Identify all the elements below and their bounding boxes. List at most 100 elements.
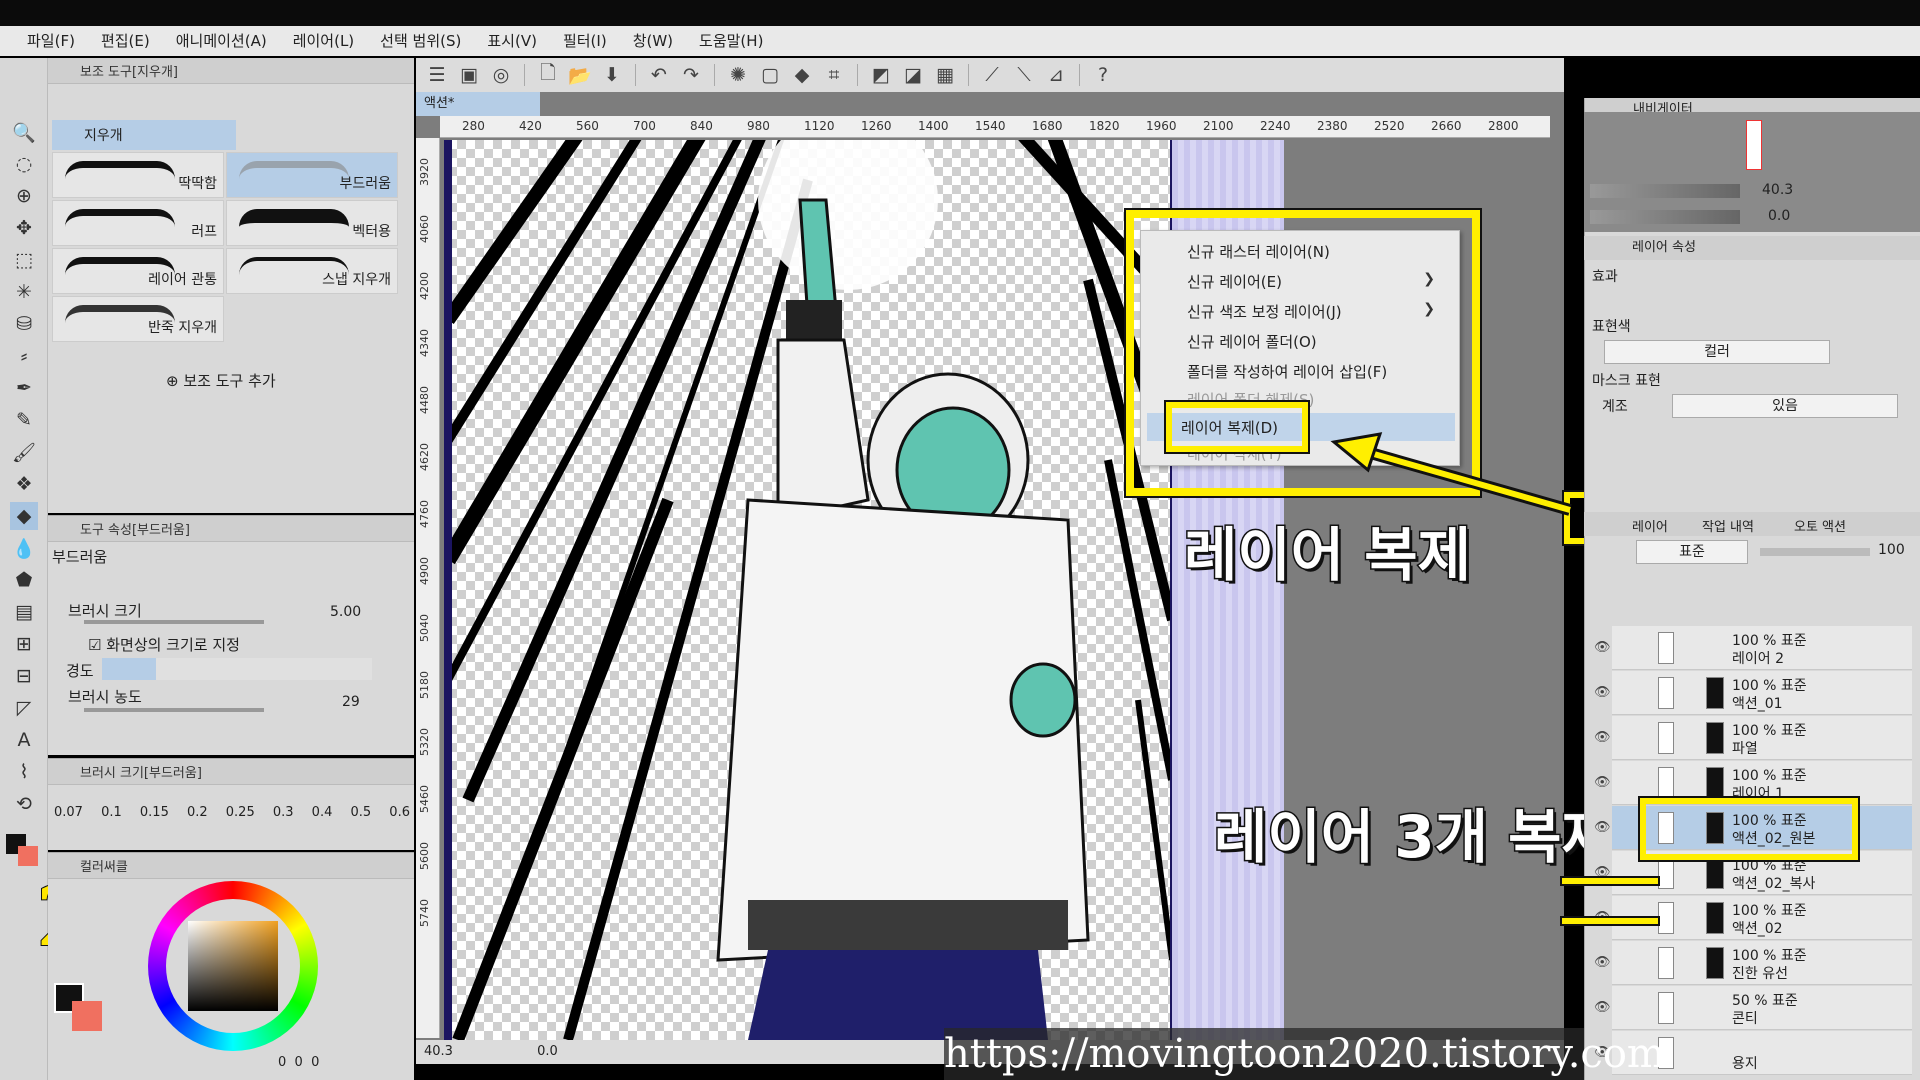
brush-size-preset[interactable]: 0.3 [273,805,294,820]
text-icon[interactable]: A [10,726,38,754]
brush-vector[interactable]: 벡터용 [226,200,398,246]
eye-icon[interactable]: 👁 [1594,1000,1611,1015]
snap-icon[interactable]: ◪ [900,62,926,88]
density-value[interactable]: 29 [342,694,360,710]
eye-icon[interactable]: 👁 [1594,820,1611,835]
brush-size-value[interactable]: 5.00 [330,604,361,620]
ruler-icon[interactable]: ◩ [868,62,894,88]
fill-icon[interactable]: ◆ [789,62,815,88]
sub-color-swatch[interactable] [72,1001,102,1031]
transform-icon[interactable]: ⌗ [821,62,847,88]
brush-rough[interactable]: 러프 [52,200,224,246]
eyedropper-icon[interactable]: ⸗ [10,342,38,370]
layer-row[interactable]: 👁 100 % 표준 진한 유선 [1594,941,1912,985]
density-slider[interactable] [84,708,264,712]
brush-soft[interactable]: 부드러움 [226,152,398,198]
sub-color-swatch[interactable] [18,846,38,866]
balloon-icon[interactable]: ⌇ [10,758,38,786]
blend-icon[interactable]: 💧 [10,534,38,562]
eraser-icon[interactable]: ◆ [10,502,38,530]
new-file-icon[interactable]: 🗋 [535,62,561,88]
rotate-slider[interactable] [1590,210,1740,224]
tone-select[interactable]: 있음 [1672,394,1898,418]
navigator-angle-value[interactable]: 0.0 [1768,208,1790,224]
figure-icon[interactable]: ⊞ [10,630,38,658]
layer-row[interactable]: 👁 100 % 표준 파열 [1594,716,1912,760]
eye-icon[interactable]: 👁 [1594,955,1611,970]
auto-select-icon[interactable]: ⛁ [10,310,38,338]
clear-icon[interactable]: ✺ [725,62,751,88]
menu-window[interactable]: 창(W) [620,26,686,56]
angle-readout[interactable]: 0.0 [537,1044,558,1059]
menu-file[interactable]: 파일(F) [14,26,88,56]
eye-icon[interactable]: 👁 [1594,640,1611,655]
subtool-group-tab[interactable]: 지우개 [52,120,236,150]
brush-kneaded[interactable]: 반죽 지우개 [52,296,224,342]
navigator-zoom-value[interactable]: 40.3 [1762,182,1793,198]
layer-row[interactable]: 👁 100 % 표준 레이어 2 [1594,626,1912,670]
brush-size-preset[interactable]: 0.5 [350,805,371,820]
ruler-tool-icon[interactable]: ◸ [10,694,38,722]
magic-wand-icon[interactable]: ✳ [10,278,38,306]
clear-outside-icon[interactable]: ▢ [757,62,783,88]
brush-size-preset[interactable]: 0.6 [389,805,410,820]
undo-icon[interactable]: ↶ [646,62,672,88]
snap-special-icon[interactable]: ⟍ [1011,62,1037,88]
spiral-icon[interactable]: ◎ [488,62,514,88]
redo-icon[interactable]: ↷ [678,62,704,88]
menu-animation[interactable]: 애니메이션(A) [163,26,280,56]
brush-size-preset[interactable]: 0.2 [187,805,208,820]
brush-size-preset[interactable]: 0.25 [226,805,255,820]
add-subtool-button[interactable]: ⊕ 보조 도구 추가 [166,370,276,391]
menu-selection[interactable]: 선택 범위(S) [367,26,474,56]
tab-history[interactable]: 작업 내역 [1702,516,1754,535]
open-folder-icon[interactable]: 📂 [567,62,593,88]
quick-access-icon[interactable]: ▣ [456,62,482,88]
airbrush-icon[interactable]: ❖ [10,470,38,498]
frame-icon[interactable]: ⊟ [10,662,38,690]
artwork-canvas[interactable] [448,140,1172,1040]
brush-hard[interactable]: 딱딱함 [52,152,224,198]
brush-layer-through[interactable]: 레이어 관통 [52,248,224,294]
hardness-selector[interactable] [102,658,372,680]
saturation-value-square[interactable] [188,921,278,1011]
pen-icon[interactable]: ✒ [10,374,38,402]
tab-layer[interactable]: 레이어 [1632,516,1668,535]
navigator-thumbnail[interactable] [1746,120,1762,170]
pencil-icon[interactable]: ✎ [10,406,38,434]
help-icon[interactable]: ? [1090,62,1116,88]
snap-grid-icon[interactable]: ⊿ [1043,62,1069,88]
menu-edit[interactable]: 편집(E) [88,26,163,56]
screen-size-checkbox[interactable]: ☑ 화면상의 크기로 지정 [88,634,240,655]
menu-view[interactable]: 표시(V) [474,26,550,56]
lasso-icon[interactable]: ◌ [10,150,38,178]
eye-icon[interactable]: 👁 [1594,730,1611,745]
brush-icon[interactable]: 🖌 [10,438,38,466]
eye-icon[interactable]: 👁 [1594,775,1611,790]
snap-ruler-icon[interactable]: ⟋ [979,62,1005,88]
blend-mode-select[interactable]: 표준 [1636,540,1748,564]
tab-auto-action[interactable]: 오토 액션 [1794,516,1846,535]
menu-filter[interactable]: 필터(I) [550,26,620,56]
fill-icon[interactable]: ⬟ [10,566,38,594]
zoom-icon[interactable]: 🔍 [10,118,38,146]
brush-size-slider[interactable] [84,620,264,624]
menu-layer[interactable]: 레이어(L) [280,26,367,56]
brush-snap-eraser[interactable]: 스냅 지우개 [226,248,398,294]
opacity-value[interactable]: 100 [1878,542,1905,558]
brush-size-preset[interactable]: 0.07 [54,805,83,820]
expression-color-select[interactable]: 컬러 [1604,340,1830,364]
line-correct-icon[interactable]: ⟲ [10,790,38,818]
save-icon[interactable]: ⬇ [599,62,625,88]
layer-row[interactable]: 👁 50 % 표준 콘티 [1594,986,1912,1030]
move-icon[interactable]: ✥ [10,214,38,242]
canvas-tab[interactable]: 액션* [416,92,540,116]
grid-icon[interactable]: ▦ [932,62,958,88]
select-layer-icon[interactable]: ⊕ [10,182,38,210]
gradient-icon[interactable]: ▤ [10,598,38,626]
menu-icon[interactable]: ☰ [424,62,450,88]
zoom-slider[interactable] [1590,184,1740,198]
opacity-slider[interactable] [1760,548,1870,556]
layer-row[interactable]: 👁 100 % 표준 액션_01 [1594,671,1912,715]
brush-size-preset[interactable]: 0.1 [101,805,122,820]
